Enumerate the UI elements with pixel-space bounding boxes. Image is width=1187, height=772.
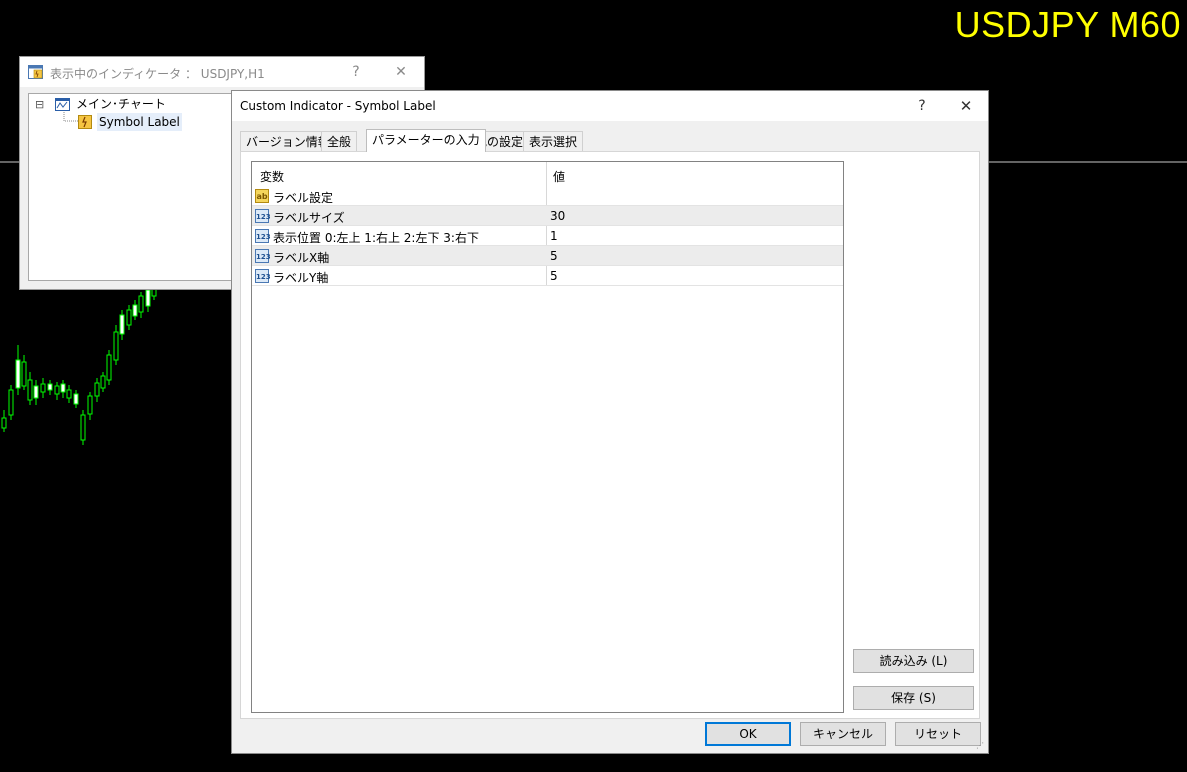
candle-body: [8, 389, 14, 416]
candle-body: [21, 361, 27, 387]
param-name: ラベルサイズ: [273, 211, 345, 225]
candle-body: [15, 359, 21, 389]
tab-input-parameters[interactable]: パラメーターの入力: [366, 129, 486, 152]
parameters-grid[interactable]: 変数 値 ab ラベル設定 123 ラベルサイズ 30 123 表示位置 0:左…: [251, 161, 844, 713]
column-header-variable[interactable]: 変数: [260, 168, 284, 185]
candle-body: [100, 375, 106, 389]
help-button[interactable]: ?: [346, 62, 366, 82]
param-value[interactable]: 5: [550, 249, 558, 263]
candle-body: [119, 314, 125, 335]
tree-item-main-chart[interactable]: メイン･チャート: [76, 95, 166, 113]
candle-body: [94, 382, 100, 397]
custom-indicator-dialog[interactable]: Custom Indicator - Symbol Label ? ✕ バージョ…: [231, 90, 989, 754]
param-value[interactable]: 1: [550, 229, 558, 243]
string-icon: ab: [255, 189, 269, 203]
param-row-label-x[interactable]: 123 ラベルX軸 5: [252, 246, 843, 266]
number-icon: 123: [255, 269, 271, 283]
param-name: ラベル設定: [273, 191, 334, 205]
indicators-window-titlebar[interactable]: 表示中のインディケータ ： USDJPY,H1 ? ✕: [20, 57, 424, 87]
candle-body: [1, 417, 7, 429]
param-value[interactable]: 30: [550, 209, 565, 223]
param-row-label-size[interactable]: 123 ラベルサイズ 30: [252, 206, 843, 226]
close-button[interactable]: ✕: [391, 62, 411, 82]
candle-body: [145, 289, 151, 307]
param-name: 表示位置 0:左上 1:右上 2:左下 3:右下: [273, 231, 479, 245]
param-name: ラベルY軸: [273, 271, 329, 285]
dialog-help-button[interactable]: ?: [912, 96, 932, 116]
reset-button[interactable]: リセット: [895, 722, 981, 746]
indicator-window-icon: [28, 65, 43, 79]
save-button[interactable]: 保存 (S): [853, 686, 974, 710]
param-name: ラベルX軸: [273, 251, 330, 265]
candle-body: [47, 383, 53, 391]
candle-body: [33, 385, 39, 399]
candle-body: [54, 385, 60, 395]
custom-indicator-icon: [78, 115, 92, 129]
symbol-label: USDJPY M60: [954, 4, 1181, 45]
candle-body: [80, 414, 86, 441]
grid-header: 変数 値: [252, 162, 843, 186]
tree-connector: [63, 112, 78, 122]
main-chart-icon: [55, 98, 70, 111]
parameters-panel: 変数 値 ab ラベル設定 123 ラベルサイズ 30 123 表示位置 0:左…: [240, 151, 980, 719]
tab-visualization[interactable]: 表示選択: [523, 131, 584, 151]
candle-body: [60, 383, 66, 393]
cancel-button[interactable]: キャンセル: [800, 722, 886, 746]
number-icon: 123: [255, 249, 271, 263]
indicator-tree[interactable]: ⊟ メイン･チャート Symbol Label: [28, 93, 260, 281]
param-row-position[interactable]: 123 表示位置 0:左上 1:右上 2:左下 3:右下 1: [252, 226, 843, 246]
column-header-value[interactable]: 値: [553, 168, 565, 185]
candle-body: [87, 395, 93, 415]
candle-body: [66, 389, 72, 399]
dialog-titlebar[interactable]: Custom Indicator - Symbol Label ? ✕: [232, 91, 988, 121]
candle-body: [73, 393, 79, 405]
candle-body: [113, 331, 119, 361]
candle-body: [132, 304, 138, 317]
candle-body: [138, 295, 144, 313]
dialog-close-button[interactable]: ✕: [956, 96, 976, 116]
param-row-label-setting[interactable]: ab ラベル設定: [252, 186, 843, 206]
load-button[interactable]: 読み込み (L): [853, 649, 974, 673]
candle-body: [27, 379, 33, 401]
indicators-window-title: 表示中のインディケータ ： USDJPY,H1: [50, 67, 265, 81]
param-value[interactable]: 5: [550, 269, 558, 283]
param-row-label-y[interactable]: 123 ラベルY軸 5: [252, 266, 843, 286]
number-icon: 123: [255, 229, 271, 243]
ok-button[interactable]: OK: [705, 722, 791, 746]
tab-general[interactable]: 全般: [321, 131, 358, 151]
resize-grip-icon[interactable]: ⋰: [976, 741, 986, 751]
candle-body: [106, 354, 112, 381]
tree-item-symbol-label[interactable]: Symbol Label: [97, 113, 182, 131]
dialog-title: Custom Indicator - Symbol Label: [240, 99, 436, 113]
candle-body: [40, 383, 46, 393]
candle-body: [126, 309, 132, 326]
tree-expander-icon[interactable]: ⊟: [35, 96, 44, 114]
number-icon: 123: [255, 209, 271, 223]
